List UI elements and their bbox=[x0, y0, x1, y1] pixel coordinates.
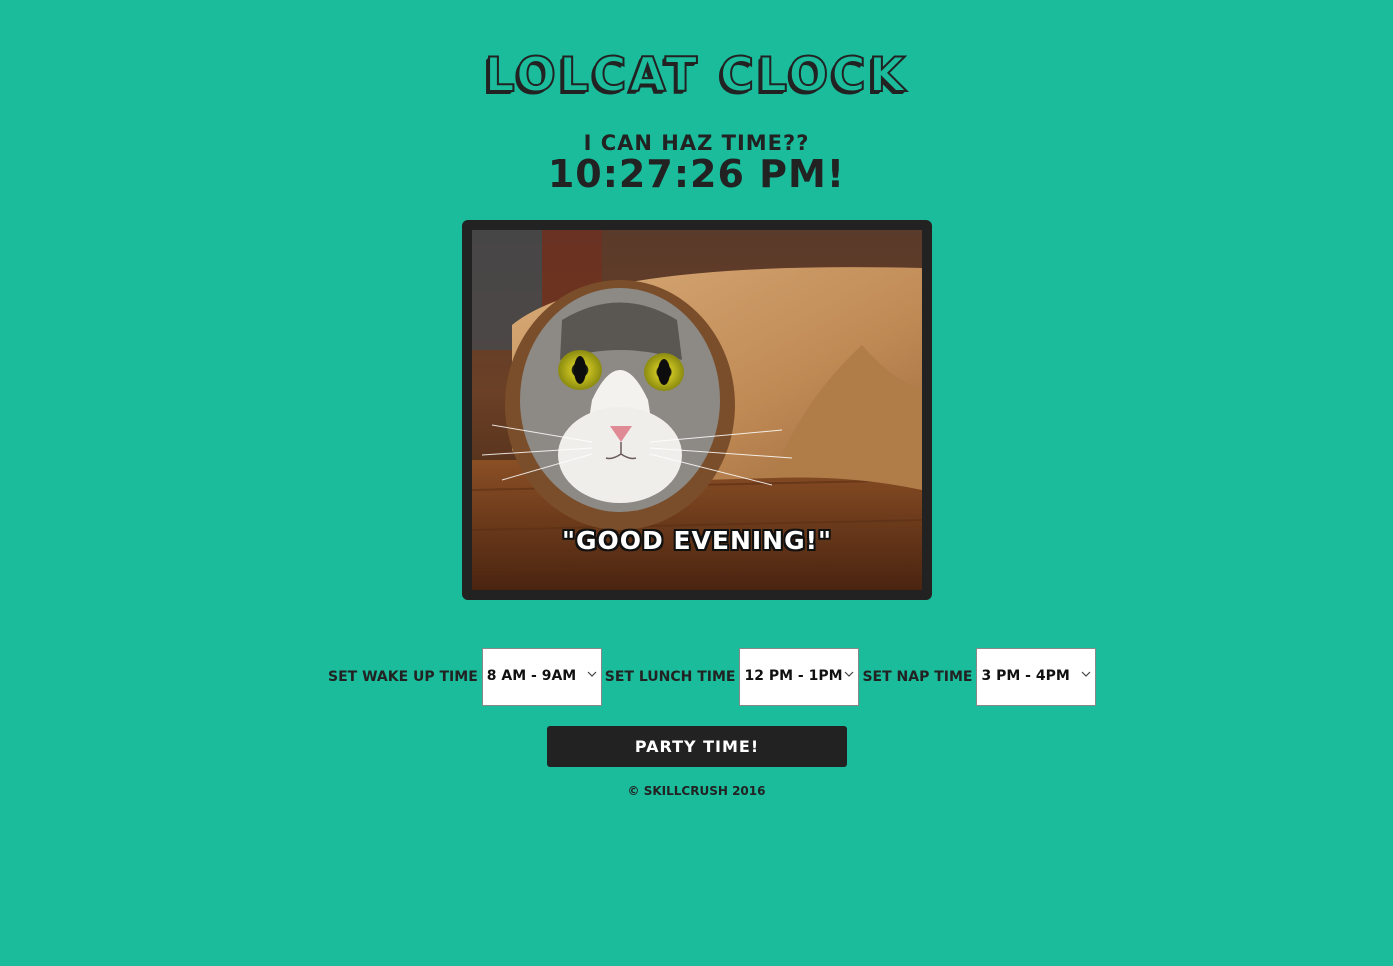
lunch-time-label: SET LUNCH TIME bbox=[604, 669, 736, 685]
wakeup-time-select[interactable]: 8 AM - 9AM bbox=[481, 648, 602, 706]
chevron-down-icon bbox=[845, 671, 854, 677]
nap-time-select[interactable]: 3 PM - 4PM bbox=[976, 648, 1097, 706]
chevron-down-icon bbox=[1082, 671, 1091, 677]
nap-time-label: SET NAP TIME bbox=[862, 669, 973, 685]
schedule-controls: SET WAKE UP TIME 8 AM - 9AM SET LUNCH TI… bbox=[328, 648, 1099, 706]
lunch-time-select[interactable]: 12 PM - 1PM bbox=[739, 648, 860, 706]
page-title: LOLCAT CLOCK bbox=[484, 47, 909, 104]
footer-copyright: © SKILLCRUSH 2016 bbox=[627, 784, 766, 798]
lolcat-image-frame: "GOOD EVENING!" bbox=[462, 220, 932, 600]
meme-caption: "GOOD EVENING!" bbox=[561, 526, 833, 555]
clock-time: 10:27:26 PM! bbox=[547, 152, 846, 196]
page: LOLCAT CLOCK I CAN HAZ TIME?? 10:27:26 P… bbox=[0, 0, 1393, 966]
chevron-down-icon bbox=[587, 671, 597, 677]
wakeup-time-label: SET WAKE UP TIME bbox=[328, 669, 478, 685]
wakeup-time-value: 8 AM - 9AM bbox=[486, 668, 577, 684]
nap-time-value: 3 PM - 4PM bbox=[981, 668, 1070, 684]
party-time-button[interactable]: PARTY TIME! bbox=[547, 726, 847, 767]
lunch-time-value: 12 PM - 1PM bbox=[744, 668, 843, 684]
